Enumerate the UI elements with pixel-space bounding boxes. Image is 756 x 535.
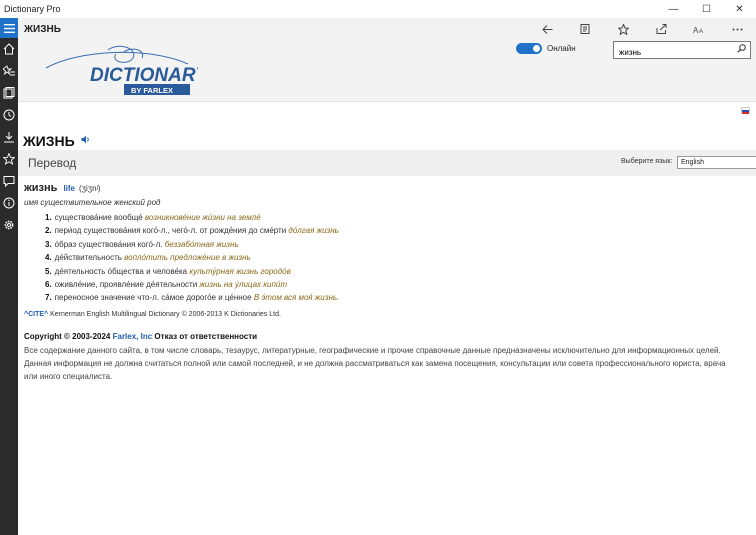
close-button[interactable]: ✕ xyxy=(723,0,756,18)
hamburger-menu-button[interactable] xyxy=(0,18,18,38)
farlex-link[interactable]: Farlex, Inc xyxy=(113,332,153,341)
reader-icon[interactable] xyxy=(566,18,604,40)
senses-list: 1. существова́ние вообще́ возникнове́ние … xyxy=(24,211,744,305)
entry-translation[interactable]: life xyxy=(63,184,75,193)
language-select[interactable]: English ⌄ xyxy=(677,156,756,169)
minimize-button[interactable]: — xyxy=(657,0,690,18)
sense-item: 4. де́йствительность вопло́тить предложе́… xyxy=(45,253,251,263)
more-options-icon[interactable] xyxy=(718,18,756,40)
russian-flag-icon xyxy=(741,107,750,114)
logo-sub-text: BY FARLEX xyxy=(131,86,173,95)
part-of-speech: имя существительное женский род xyxy=(24,198,161,207)
app-header-bar: ЖИЗНЬ AA xyxy=(18,18,756,40)
cite-link[interactable]: ^CITE^ xyxy=(24,311,48,318)
entry-word: жизнь xyxy=(24,182,58,194)
current-word: ЖИЗНЬ xyxy=(24,23,61,35)
citation: ^CITE^ Kernerman English Multilingual Di… xyxy=(24,311,744,318)
hamburger-icon xyxy=(3,23,15,33)
home-icon[interactable] xyxy=(0,38,18,60)
sense-item: 7. переносное значение что-л. са́мое доро… xyxy=(45,293,340,303)
back-arrow-icon[interactable] xyxy=(528,18,566,40)
translation-heading: Перевод xyxy=(28,156,77,170)
share-icon[interactable] xyxy=(642,18,680,40)
settings-gear-icon[interactable] xyxy=(0,214,18,236)
cite-text: Kernerman English Multilingual Dictionar… xyxy=(50,310,281,318)
feedback-icon[interactable] xyxy=(0,170,18,192)
search-icon[interactable] xyxy=(737,44,746,56)
maximize-button[interactable]: ☐ xyxy=(690,0,723,18)
language-select-value: English xyxy=(681,159,704,166)
logo-main-text: DICTIONARY xyxy=(90,65,198,86)
favorites-list-icon[interactable] xyxy=(0,60,18,82)
favorite-star-icon[interactable] xyxy=(604,18,642,40)
history-icon[interactable] xyxy=(0,104,18,126)
title-bar: Dictionary Pro — ☐ ✕ xyxy=(0,0,756,18)
translation-section-bar: Перевод Выберите язык: English ⌄ xyxy=(18,150,756,176)
disclaimer-heading: Отказ от ответственности xyxy=(154,331,258,341)
language-select-label: Выберите язык: xyxy=(621,158,673,165)
speaker-icon[interactable] xyxy=(81,135,91,147)
disclaimer-text: Все содержание данного сайта, в том числ… xyxy=(24,345,726,381)
flashcards-icon[interactable] xyxy=(0,82,18,104)
search-input[interactable] xyxy=(614,44,729,61)
headword: ЖИЗНЬ xyxy=(23,133,91,149)
svg-text:A: A xyxy=(699,29,703,34)
copyright-line: Copyright © 2003-2024 Farlex, Inc Отказ … xyxy=(24,332,744,341)
nav-rail xyxy=(0,18,18,535)
entry-header: жизнь life (ʒiʒnʲ) xyxy=(24,182,744,194)
headword-text: ЖИЗНЬ xyxy=(23,133,75,149)
header-banner: DICTIONARY BY FARLEX Онлайн xyxy=(18,40,756,102)
info-icon[interactable] xyxy=(0,192,18,214)
search-box[interactable] xyxy=(613,41,751,61)
online-label: Онлайн xyxy=(547,44,576,53)
sense-item: 5. де́ятельность о́бщества и челове́ка ку… xyxy=(45,266,291,276)
copyright-prefix: Copyright © 2003-2024 xyxy=(24,331,111,341)
font-size-icon[interactable]: AA xyxy=(680,18,718,40)
star-icon[interactable] xyxy=(0,148,18,170)
sense-item: 1. существова́ние вообще́ возникнове́ние … xyxy=(45,213,261,222)
sense-item: 3. о́браз существова́ния кого́-л. беззабо… xyxy=(45,239,239,249)
dictionary-entry: жизнь life (ʒiʒnʲ) имя существительное ж… xyxy=(24,182,744,383)
sense-item: 2. пери́од существова́ния кого́-л., чего́… xyxy=(45,226,339,236)
entry-pronunciation: (ʒiʒnʲ) xyxy=(79,184,101,193)
download-icon[interactable] xyxy=(0,126,18,148)
online-toggle[interactable] xyxy=(516,43,542,54)
sense-item: 6. оживле́ние, проявле́ние де́ятельности … xyxy=(45,280,288,290)
farlex-dictionary-logo[interactable]: DICTIONARY BY FARLEX xyxy=(38,44,210,100)
window-title: Dictionary Pro xyxy=(4,4,61,14)
